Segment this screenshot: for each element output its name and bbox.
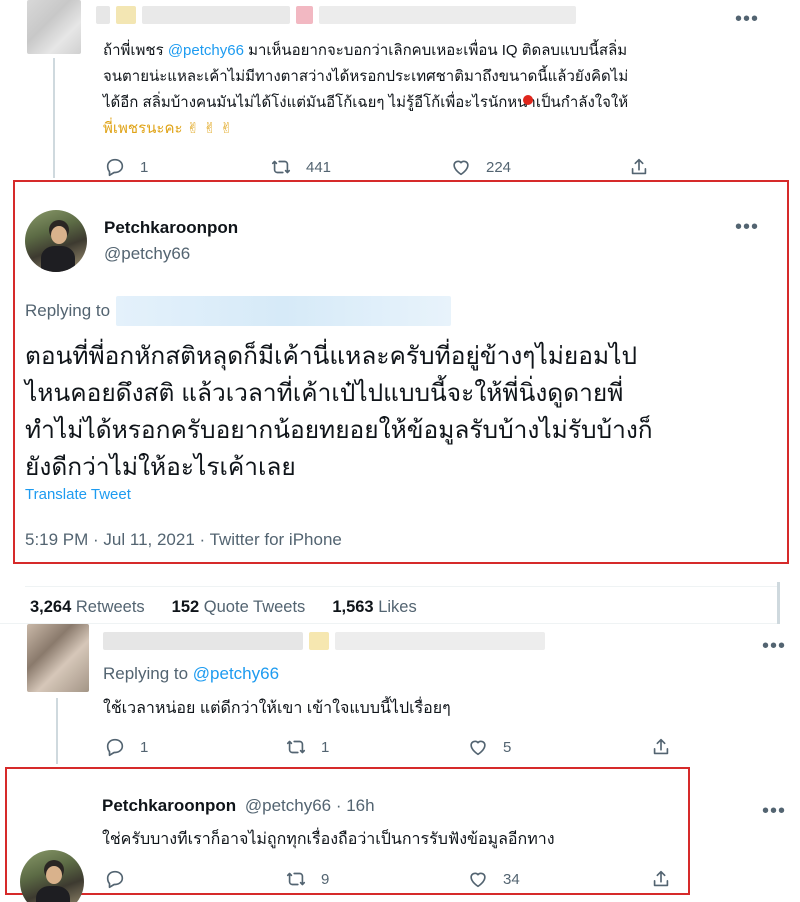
reply-icon [106,870,124,889]
retweet-icon [286,740,306,754]
red-dot-marker [523,95,533,105]
like-action[interactable]: 5 [467,736,511,758]
heart-icon [470,740,486,756]
reply-action[interactable]: 1 [104,736,148,758]
heart-icon [453,160,469,176]
quote-tweets-stat[interactable]: 152 Quote Tweets [172,598,306,617]
reply-action[interactable]: 1 [104,156,148,178]
reply-icon [106,158,124,177]
more-options-icon[interactable]: ••• [762,636,786,656]
reply-header: Petchkaroonpon @petchy66 · 16h [102,796,375,816]
divider [0,623,780,624]
likes-stat[interactable]: 1,563 Likes [332,598,416,617]
tweet-text: ถ้าพี่เพชร @petchy66 มาเห็นอยากจะบอกว่าเ… [103,42,629,137]
reply-text: ใช้เวลาหน่อย แต่ดีกว่าให้เขา เข้าใจแบบนี… [103,700,451,717]
share-action[interactable] [628,156,650,178]
handle-time[interactable]: @petchy66 · 16h [245,796,375,815]
tweet-timestamp[interactable]: 5:19 PM · Jul 11, 2021 · Twitter for iPh… [25,530,342,550]
like-action[interactable]: 224 [450,156,511,178]
retweet-icon [286,872,306,886]
retweet-action[interactable]: 441 [270,156,331,178]
scrollbar[interactable] [777,582,780,624]
share-action[interactable] [650,868,672,890]
like-action[interactable]: 34 [467,868,520,890]
handle[interactable]: @petchy66 [104,244,190,264]
mention-link[interactable]: @petchy66 [193,664,279,683]
share-icon [653,870,669,887]
replying-to: Replying to @petchy66 [103,664,280,683]
avatar-blurred[interactable] [27,624,89,692]
more-options-icon[interactable]: ••• [762,801,786,821]
replying-to: Replying to [25,296,452,326]
retweet-action[interactable]: 1 [285,736,329,758]
retweet-icon [271,160,291,174]
reply-icon [106,738,124,757]
divider [25,586,777,587]
author-header-blurred [103,632,563,652]
retweet-action[interactable]: 9 [285,868,329,890]
replying-to-handle-blurred[interactable] [116,296,452,326]
mention-link[interactable]: @petchy66 [168,42,244,59]
share-icon [631,158,647,175]
heart-icon [470,872,486,888]
avatar-blurred[interactable] [27,0,81,54]
avatar[interactable] [25,210,87,272]
thread-line [53,58,55,178]
more-options-icon[interactable]: ••• [735,9,759,29]
author-header-blurred [96,6,576,26]
share-icon [653,738,669,755]
translate-tweet-link[interactable]: Translate Tweet [25,486,131,503]
stats-row: 3,264 Retweets 152 Quote Tweets 1,563 Li… [30,598,417,617]
retweets-stat[interactable]: 3,264 Retweets [30,598,145,617]
reply-action[interactable] [104,868,140,890]
main-tweet-text: ตอนที่พี่อกหักสติหลุดก็มีเค้านี่แหละครับ… [25,343,653,481]
share-action[interactable] [650,736,672,758]
display-name[interactable]: Petchkaroonpon [104,218,238,238]
reply-text: ใช่ครับบางทีเราก็อาจไม่ถูกทุกเรื่องถือว่… [102,831,555,848]
thread-line [56,698,58,764]
display-name[interactable]: Petchkaroonpon [102,796,236,815]
more-options-icon[interactable]: ••• [735,217,759,237]
